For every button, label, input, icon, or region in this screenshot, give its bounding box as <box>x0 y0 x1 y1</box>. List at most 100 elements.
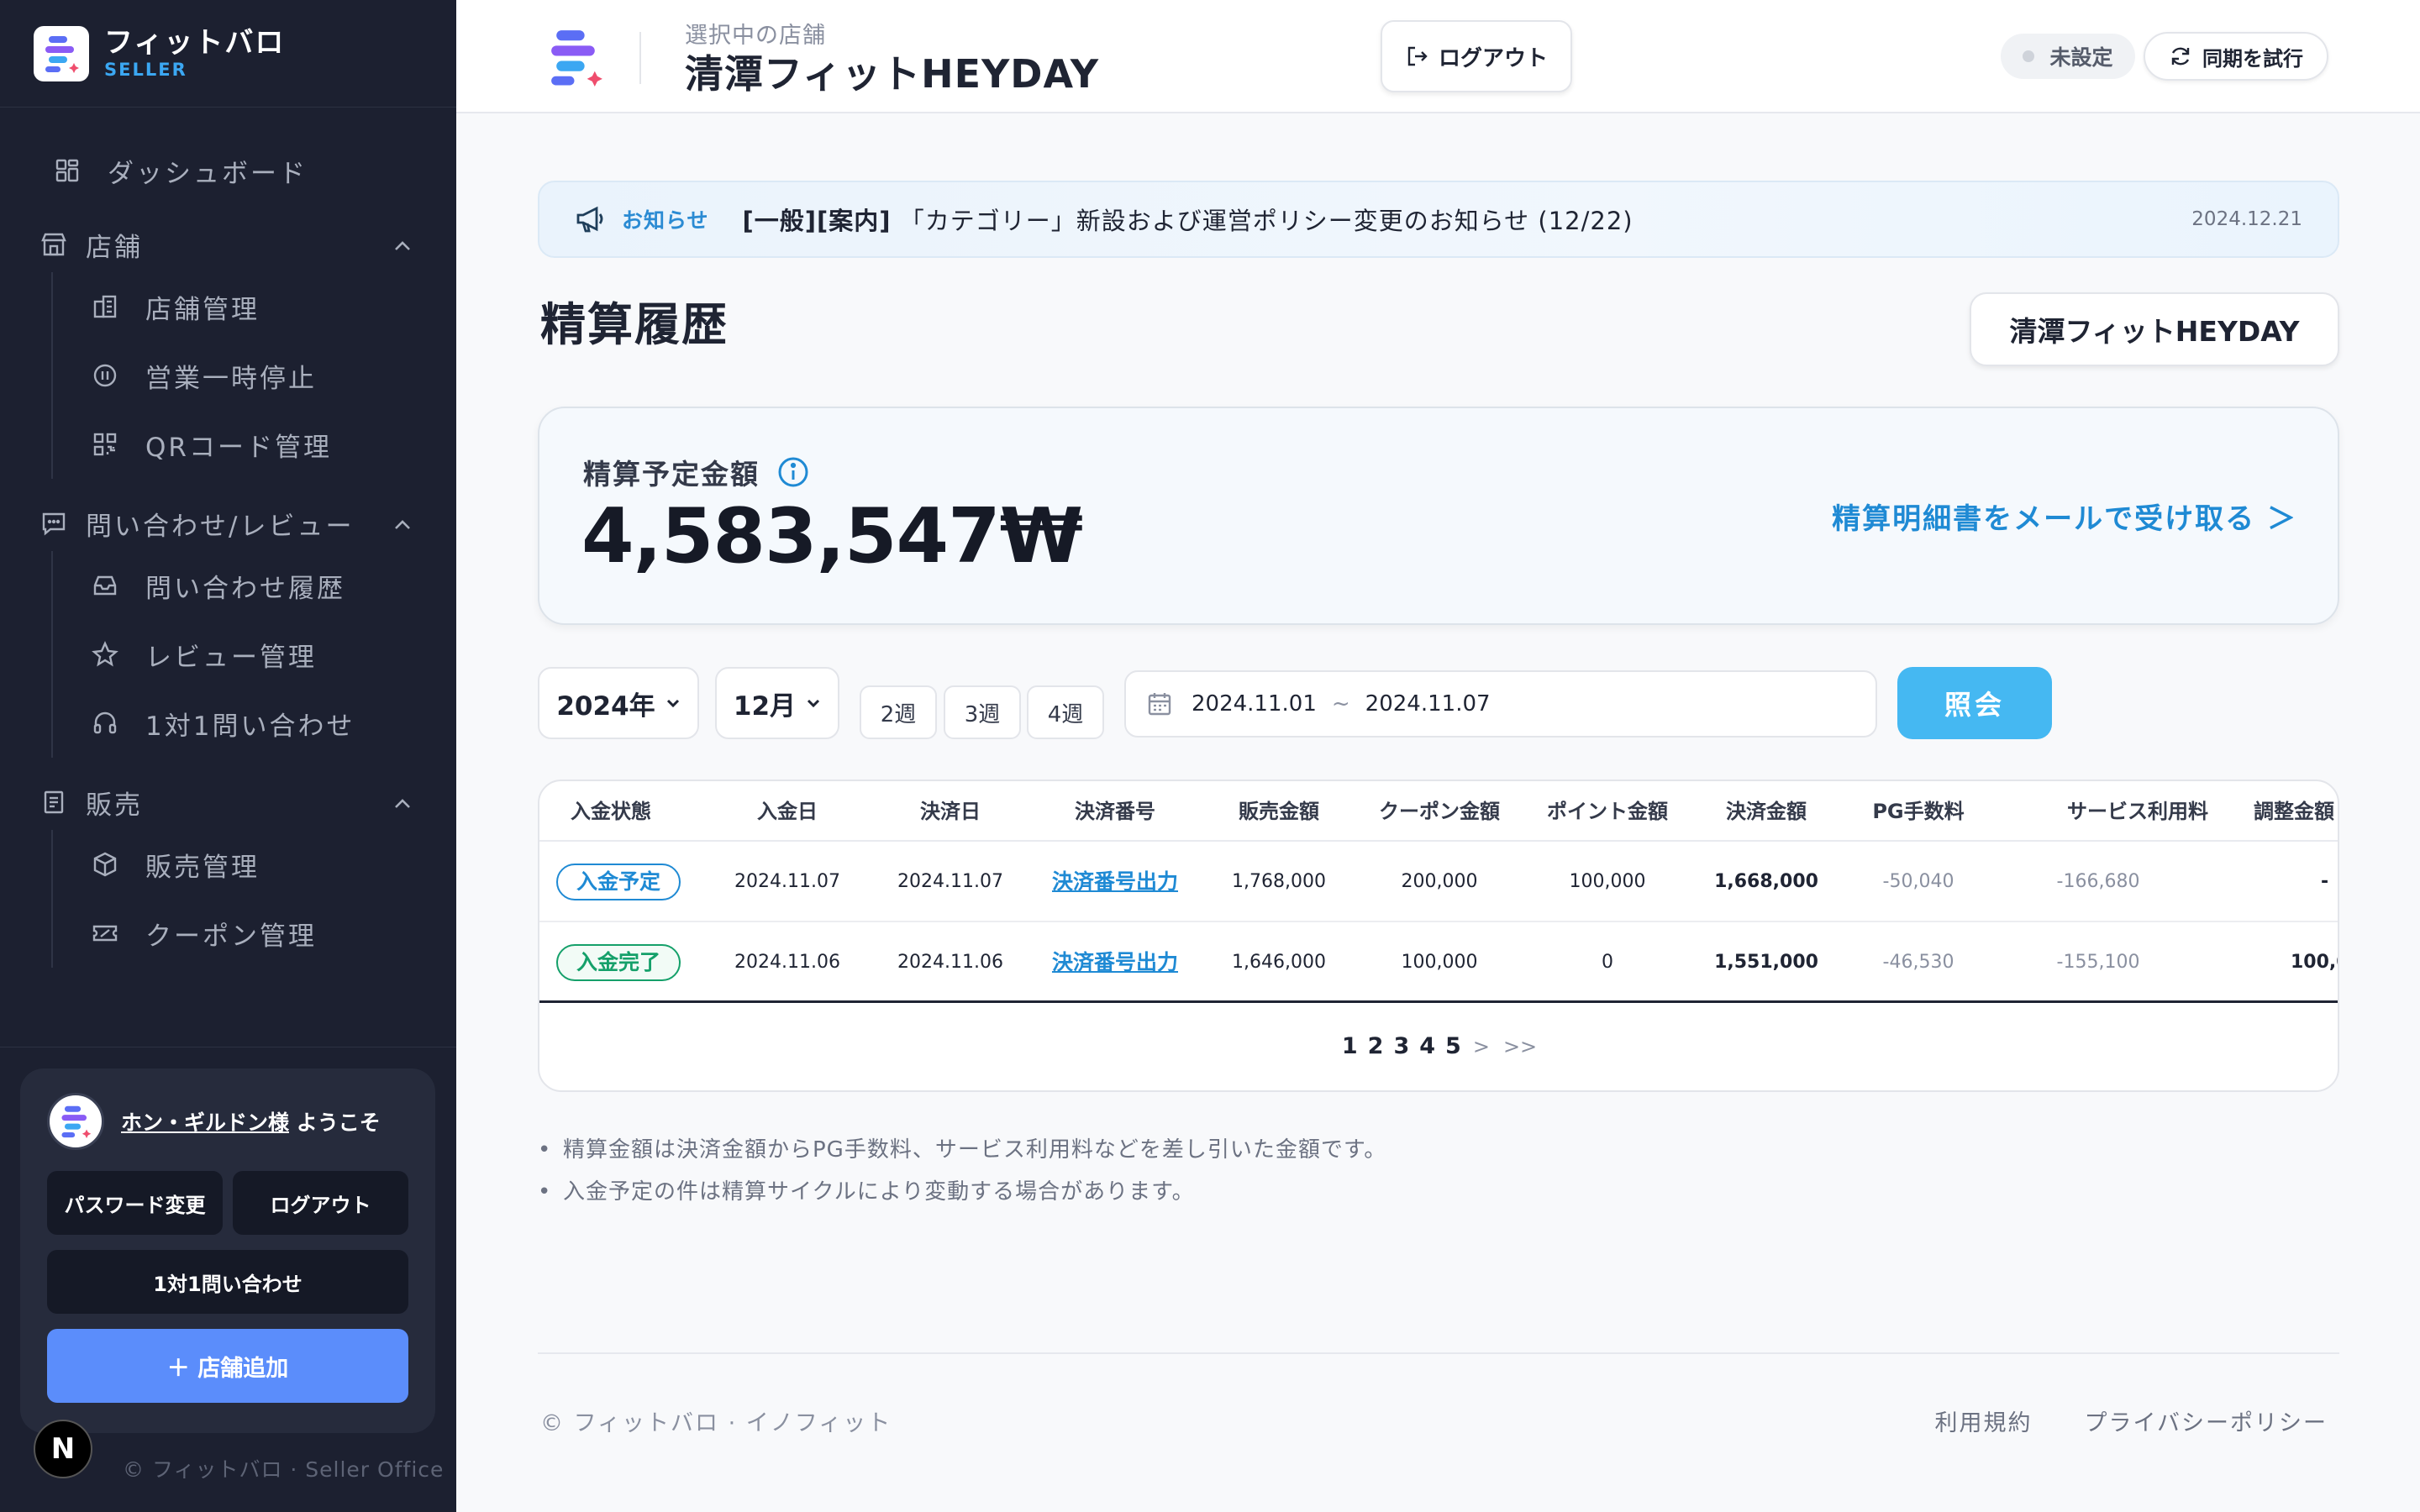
sidebar-section-label: 問い合わせ/レビュー <box>86 511 355 542</box>
table-row[interactable]: 入金完了 2024.11.06 2024.11.06 決済番号出力 1,646,… <box>539 922 2338 1003</box>
column-header: 決済日 <box>920 800 981 823</box>
table-header: 入金状態 入金日 決済日 決済番号 販売金額 クーポン金額 ポイント金額 決済金… <box>539 781 2338 842</box>
add-store-button[interactable]: ＋ 店舗追加 <box>47 1329 408 1403</box>
status-text: 未設定 <box>2049 45 2113 70</box>
week-2-button[interactable]: 2週 <box>860 685 937 739</box>
payment-number-link[interactable]: 決済番号出力 <box>1044 842 1186 922</box>
sales-amount-cell: 1,646,000 <box>1232 952 1326 973</box>
last-page-button[interactable]: >> <box>1503 1035 1537 1058</box>
n-badge[interactable]: N <box>34 1420 92 1478</box>
store-icon <box>39 229 69 260</box>
notice-date: 2024.12.21 <box>2191 208 2302 230</box>
terms-link[interactable]: 利用規約 <box>1935 1404 2033 1437</box>
next-page-button[interactable]: > <box>1473 1035 1490 1058</box>
pg-fee-cell: -46,530 <box>1882 952 1954 973</box>
top-header: 選択中の店舗 清潭フィットHEYDAY ログアウト 未設定 同期を試行 <box>456 0 2420 113</box>
sidebar-item-one-on-one[interactable]: 1対1問い合わせ <box>53 689 456 758</box>
one-on-one-inquiry-button[interactable]: 1対1問い合わせ <box>47 1250 408 1314</box>
store-chip[interactable]: 清潭フィットHEYDAY <box>1970 292 2339 366</box>
page-button-4[interactable]: 4 <box>1419 1033 1435 1059</box>
note-item: • 精算金額は決済金額からPG手数料、サービス利用料などを差し引いた金額です。 <box>538 1137 1387 1163</box>
table-row[interactable]: 入金予定 2024.11.07 2024.11.07 決済番号出力 1,768,… <box>539 842 2338 922</box>
page-button-1[interactable]: 1 <box>1342 1033 1358 1059</box>
service-fee-cell: -155,100 <box>2056 952 2140 973</box>
page-button-2[interactable]: 2 <box>1368 1033 1384 1059</box>
date-to[interactable]: 2024.11.07 <box>1365 691 1491 717</box>
selected-store-name: 清潭フィットHEYDAY <box>685 51 1100 97</box>
notice-banner[interactable]: お知らせ [一般][案内] 「カテゴリー」新設および運営ポリシー変更のお知らせ … <box>538 181 2339 258</box>
user-name[interactable]: ホン・ギルドン様 <box>121 1110 289 1135</box>
payment-number-link[interactable]: 決済番号出力 <box>1044 922 1186 1003</box>
header-divider <box>639 32 641 84</box>
sidebar-item-label: 1対1問い合わせ <box>145 711 355 742</box>
user-card: ホン・ギルドン様 ようこそ パスワード変更 ログアウト 1対1問い合わせ ＋ 店… <box>20 1068 435 1433</box>
sidebar-section-store[interactable]: 店舗 <box>0 217 456 272</box>
column-header: 決済金額 <box>1726 800 1807 823</box>
refresh-icon <box>2169 45 2192 68</box>
column-header: ポイント金額 <box>1547 800 1668 823</box>
column-header: サービス利用料 <box>2067 800 2208 823</box>
change-password-button[interactable]: パスワード変更 <box>47 1171 223 1235</box>
search-button[interactable]: 照会 <box>1897 667 2052 739</box>
privacy-link[interactable]: プライバシーポリシー <box>2085 1404 2328 1437</box>
brand[interactable]: フィットバロ SELLER <box>0 0 456 108</box>
brand-logo-icon <box>34 25 89 81</box>
sidebar-item-store-management[interactable]: 店舗管理 <box>53 272 456 341</box>
pagination: 1 2 3 4 5 > >> <box>539 1033 2338 1059</box>
sidebar-item-review[interactable]: レビュー管理 <box>53 620 456 689</box>
summary-amount: 4,583,547₩ <box>581 492 1083 580</box>
filter-bar: 2024年 12月 2週 3週 4週 2024.11.01 ~ 2024.11.… <box>538 667 2344 739</box>
sidebar-item-label: レビュー管理 <box>145 642 317 673</box>
deposit-date-cell: 2024.11.07 <box>734 871 840 892</box>
settlement-summary-card: 精算予定金額 4,583,547₩ 精算明細書をメールで受け取る ＞ <box>538 407 2339 625</box>
email-statement-link[interactable]: 精算明細書をメールで受け取る ＞ <box>1832 496 2297 537</box>
column-header: クーポン金額 <box>1379 800 1500 823</box>
sidebar-item-coupon[interactable]: クーポン管理 <box>53 899 456 968</box>
coupon-amount-cell: 200,000 <box>1401 871 1478 892</box>
sidebar-item-inquiry-history[interactable]: 問い合わせ履歴 <box>53 551 456 620</box>
sync-button[interactable]: 同期を試行 <box>2144 32 2328 81</box>
sidebar-item-qr[interactable]: QRコード管理 <box>53 410 456 479</box>
adjust-amount-cell: - <box>2321 871 2329 892</box>
sidebar-section-sales[interactable]: 販売 <box>0 774 456 830</box>
date-from[interactable]: 2024.11.01 <box>1192 691 1317 717</box>
summary-label-row: 精算予定金額 <box>583 452 810 492</box>
payment-amount-cell: 1,551,000 <box>1714 952 1818 973</box>
pg-fee-cell: -50,040 <box>1882 871 1954 892</box>
month-select[interactable]: 12月 <box>715 667 839 739</box>
year-select[interactable]: 2024年 <box>538 667 699 739</box>
column-header: 決済番号 <box>1075 800 1155 823</box>
header-logout-button[interactable]: ログアウト <box>1381 20 1572 92</box>
chevron-up-icon[interactable] <box>392 229 413 260</box>
week-4-button[interactable]: 4週 <box>1027 685 1104 739</box>
page-button-5[interactable]: 5 <box>1445 1033 1461 1059</box>
note-text: 入金予定の件は精算サイクルにより変動する場合があります。 <box>563 1179 1195 1205</box>
sidebar-section-label: 店舗 <box>86 232 143 263</box>
page-button-3[interactable]: 3 <box>1393 1033 1409 1059</box>
sidebar-logout-button[interactable]: ログアウト <box>233 1171 408 1235</box>
header-logout-label: ログアウト <box>1438 45 1548 71</box>
sidebar-section-inquiry[interactable]: 問い合わせ/レビュー <box>0 496 456 551</box>
chevron-up-icon[interactable] <box>392 787 413 817</box>
info-icon[interactable] <box>776 455 810 489</box>
sidebar-item-sales-management[interactable]: 販売管理 <box>53 830 456 899</box>
point-amount-cell: 100,000 <box>1569 871 1646 892</box>
column-header: 調整金額 <box>2254 800 2334 823</box>
headset-icon <box>90 708 120 738</box>
status-dot <box>2023 50 2035 62</box>
sidebar-item-label: 販売管理 <box>145 852 260 883</box>
date-range-input[interactable]: 2024.11.01 ~ 2024.11.07 <box>1124 670 1877 738</box>
avatar[interactable] <box>47 1093 104 1150</box>
sidebar-item-pause[interactable]: 営業一時停止 <box>53 341 456 410</box>
chevron-up-icon[interactable] <box>392 508 413 538</box>
note-text: 精算金額は決済金額からPG手数料、サービス利用料などを差し引いた金額です。 <box>563 1137 1387 1163</box>
column-header: 入金日 <box>757 800 818 823</box>
calendar-icon <box>1146 690 1173 717</box>
note-item: • 入金予定の件は精算サイクルにより変動する場合があります。 <box>538 1179 1195 1205</box>
sidebar-item-dashboard[interactable]: ダッシュボード <box>0 141 456 200</box>
sidebar-item-label: クーポン管理 <box>145 921 317 952</box>
footer-copyright: © フィットバロ · イノフィット <box>540 1410 892 1436</box>
settlement-table: 入金状態 入金日 決済日 決済番号 販売金額 クーポン金額 ポイント金額 決済金… <box>538 780 2339 1092</box>
chat-icon <box>39 508 69 538</box>
week-3-button[interactable]: 3週 <box>944 685 1021 739</box>
